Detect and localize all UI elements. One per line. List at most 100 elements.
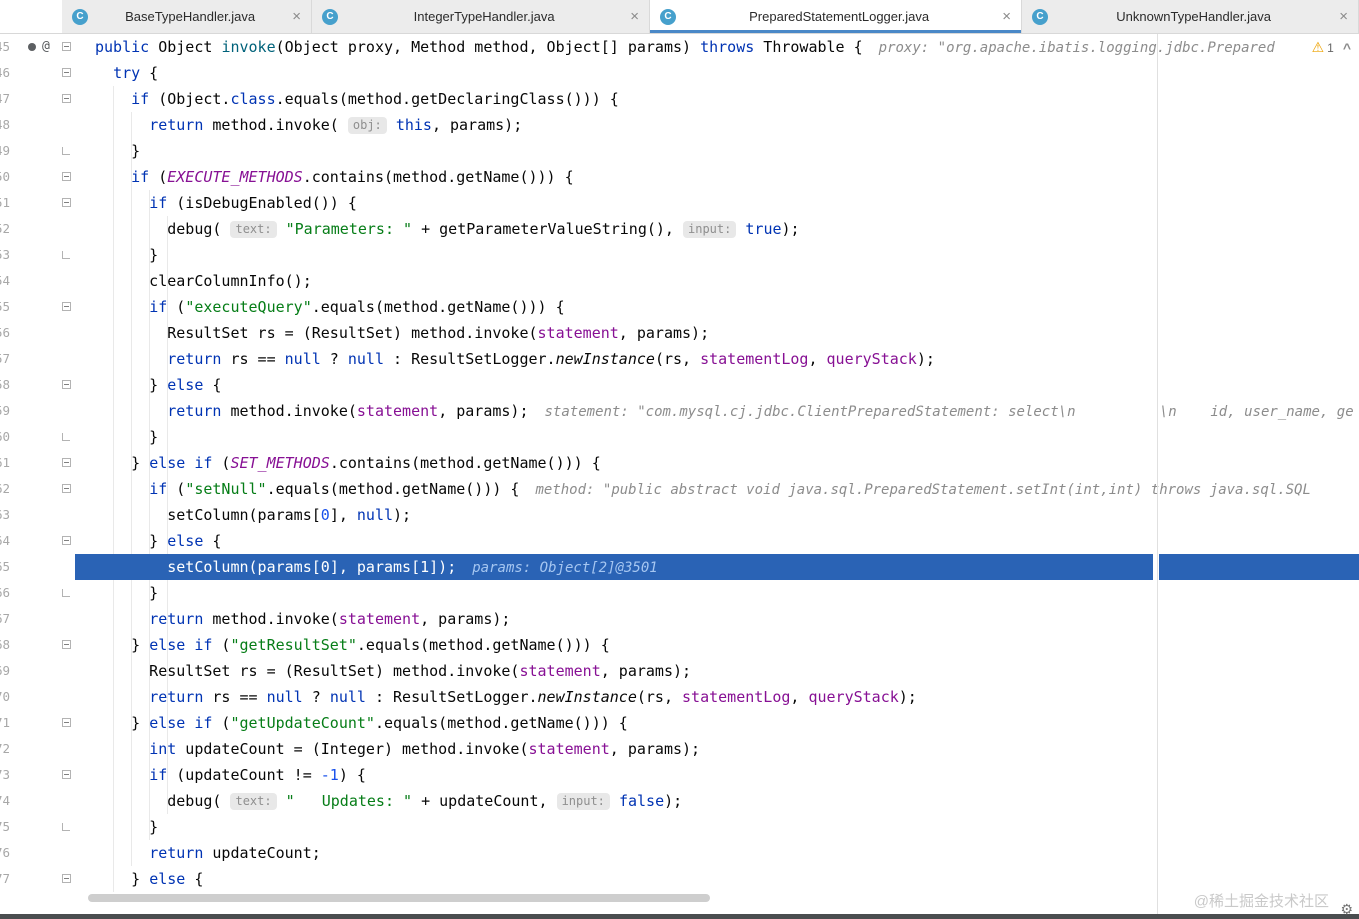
- line-number[interactable]: 52: [0, 216, 10, 242]
- code-text[interactable]: return method.invoke(statement, params);…: [75, 398, 1359, 424]
- close-icon[interactable]: ×: [1339, 8, 1348, 25]
- code-line[interactable]: 47 if (Object.class.equals(method.getDec…: [0, 86, 1359, 112]
- code-line[interactable]: 71 } else if ("getUpdateCount".equals(me…: [0, 710, 1359, 736]
- line-number[interactable]: 50: [0, 164, 10, 190]
- code-line[interactable]: 77 } else {: [0, 866, 1359, 892]
- code-text[interactable]: return method.invoke(statement, params);: [75, 606, 1359, 632]
- line-number[interactable]: 48: [0, 112, 10, 138]
- fold-collapse-icon[interactable]: [62, 640, 71, 649]
- code-line[interactable]: 45 @ public Object invoke(Object proxy, Me…: [0, 34, 1359, 60]
- code-line[interactable]: 72 int updateCount = (Integer) method.in…: [0, 736, 1359, 762]
- fold-collapse-icon[interactable]: [62, 770, 71, 779]
- code-line[interactable]: 75 }: [0, 814, 1359, 840]
- code-text[interactable]: clearColumnInfo();: [75, 268, 1359, 294]
- close-icon[interactable]: ×: [1002, 8, 1011, 25]
- code-line[interactable]: 48 return method.invoke( obj: this, para…: [0, 112, 1359, 138]
- code-text[interactable]: }: [75, 424, 1359, 450]
- line-number[interactable]: 56: [0, 320, 10, 346]
- code-line[interactable]: 49 }: [0, 138, 1359, 164]
- horizontal-scrollbar[interactable]: [88, 894, 710, 902]
- line-number[interactable]: 76: [0, 840, 10, 866]
- fold-collapse-icon[interactable]: [62, 42, 71, 51]
- line-number[interactable]: 68: [0, 632, 10, 658]
- code-text[interactable]: }: [75, 814, 1359, 840]
- code-line[interactable]: 46 try {: [0, 60, 1359, 86]
- line-number[interactable]: 47: [0, 86, 10, 112]
- code-line[interactable]: 70 return rs == null ? null : ResultSetL…: [0, 684, 1359, 710]
- fold-collapse-icon[interactable]: [62, 198, 71, 207]
- code-line[interactable]: 76 return updateCount;: [0, 840, 1359, 866]
- code-text[interactable]: ResultSet rs = (ResultSet) method.invoke…: [75, 320, 1359, 346]
- code-line[interactable]: 66 }: [0, 580, 1359, 606]
- code-text[interactable]: }: [75, 580, 1359, 606]
- code-line[interactable]: 55 if ("executeQuery".equals(method.getN…: [0, 294, 1359, 320]
- code-text[interactable]: if (Object.class.equals(method.getDeclar…: [75, 86, 1359, 112]
- code-line[interactable]: 63 setColumn(params[0], null);: [0, 502, 1359, 528]
- code-text[interactable]: try {: [75, 60, 1359, 86]
- line-number[interactable]: 51: [0, 190, 10, 216]
- line-number[interactable]: 66: [0, 580, 10, 606]
- code-text[interactable]: return method.invoke( obj: this, params)…: [75, 112, 1359, 138]
- fold-end-icon[interactable]: [62, 147, 70, 155]
- gear-icon[interactable]: ⚙: [1340, 901, 1353, 918]
- close-icon[interactable]: ×: [292, 8, 301, 25]
- code-line[interactable]: 68 } else if ("getResultSet".equals(meth…: [0, 632, 1359, 658]
- code-line[interactable]: 50 if (EXECUTE_METHODS.contains(method.g…: [0, 164, 1359, 190]
- line-number[interactable]: 71: [0, 710, 10, 736]
- line-number[interactable]: 57: [0, 346, 10, 372]
- code-text[interactable]: } else if (SET_METHODS.contains(method.g…: [75, 450, 1359, 476]
- code-line[interactable]: 53 }: [0, 242, 1359, 268]
- code-line[interactable]: 65 setColumn(params[0], params[1]); param…: [0, 554, 1359, 580]
- code-line[interactable]: 73 if (updateCount != -1) {: [0, 762, 1359, 788]
- code-text[interactable]: debug( text: " Updates: " + updateCount,…: [75, 788, 1359, 814]
- code-line[interactable]: 62 if ("setNull".equals(method.getName()…: [0, 476, 1359, 502]
- line-number[interactable]: 72: [0, 736, 10, 762]
- code-text[interactable]: } else {: [75, 866, 1359, 892]
- code-text[interactable]: return rs == null ? null : ResultSetLogg…: [75, 346, 1359, 372]
- fold-collapse-icon[interactable]: [62, 484, 71, 493]
- code-text[interactable]: }: [75, 242, 1359, 268]
- line-number[interactable]: 60: [0, 424, 10, 450]
- code-line[interactable]: 64 } else {: [0, 528, 1359, 554]
- editor-tab[interactable]: C BaseTypeHandler.java ×: [62, 0, 312, 33]
- code-line[interactable]: 60 }: [0, 424, 1359, 450]
- line-number[interactable]: 54: [0, 268, 10, 294]
- line-number[interactable]: 59: [0, 398, 10, 424]
- line-number[interactable]: 49: [0, 138, 10, 164]
- fold-end-icon[interactable]: [62, 433, 70, 441]
- code-line[interactable]: 51 if (isDebugEnabled()) {: [0, 190, 1359, 216]
- fold-collapse-icon[interactable]: [62, 458, 71, 467]
- code-text[interactable]: if ("executeQuery".equals(method.getName…: [75, 294, 1359, 320]
- line-number[interactable]: 55: [0, 294, 10, 320]
- line-number[interactable]: 67: [0, 606, 10, 632]
- code-text[interactable]: if (updateCount != -1) {: [75, 762, 1359, 788]
- code-line[interactable]: 59 return method.invoke(statement, param…: [0, 398, 1359, 424]
- code-line[interactable]: 74 debug( text: " Updates: " + updateCou…: [0, 788, 1359, 814]
- line-number[interactable]: 62: [0, 476, 10, 502]
- line-number[interactable]: 74: [0, 788, 10, 814]
- code-text[interactable]: }: [75, 138, 1359, 164]
- code-text[interactable]: } else {: [75, 372, 1359, 398]
- fold-collapse-icon[interactable]: [62, 172, 71, 181]
- code-line[interactable]: 52 debug( text: "Parameters: " + getPara…: [0, 216, 1359, 242]
- line-number[interactable]: 63: [0, 502, 10, 528]
- editor-tab[interactable]: C UnknownTypeHandler.java ×: [1022, 0, 1359, 33]
- code-text[interactable]: if (isDebugEnabled()) {: [75, 190, 1359, 216]
- fold-collapse-icon[interactable]: [62, 94, 71, 103]
- code-text[interactable]: setColumn(params[0], null);: [75, 502, 1359, 528]
- code-text[interactable]: return updateCount;: [75, 840, 1359, 866]
- code-text[interactable]: ResultSet rs = (ResultSet) method.invoke…: [75, 658, 1359, 684]
- code-text[interactable]: public Object invoke(Object proxy, Metho…: [75, 34, 1359, 60]
- editor-tab[interactable]: C IntegerTypeHandler.java ×: [312, 0, 650, 33]
- line-number[interactable]: 45: [0, 34, 10, 60]
- breakpoint-dot-icon[interactable]: [28, 43, 36, 51]
- fold-collapse-icon[interactable]: [62, 536, 71, 545]
- code-text[interactable]: } else if ("getResultSet".equals(method.…: [75, 632, 1359, 658]
- line-number[interactable]: 46: [0, 60, 10, 86]
- line-number[interactable]: 69: [0, 658, 10, 684]
- code-text[interactable]: return rs == null ? null : ResultSetLogg…: [75, 684, 1359, 710]
- line-number[interactable]: 58: [0, 372, 10, 398]
- code-text[interactable]: } else {: [75, 528, 1359, 554]
- line-number[interactable]: 53: [0, 242, 10, 268]
- code-line[interactable]: 69 ResultSet rs = (ResultSet) method.inv…: [0, 658, 1359, 684]
